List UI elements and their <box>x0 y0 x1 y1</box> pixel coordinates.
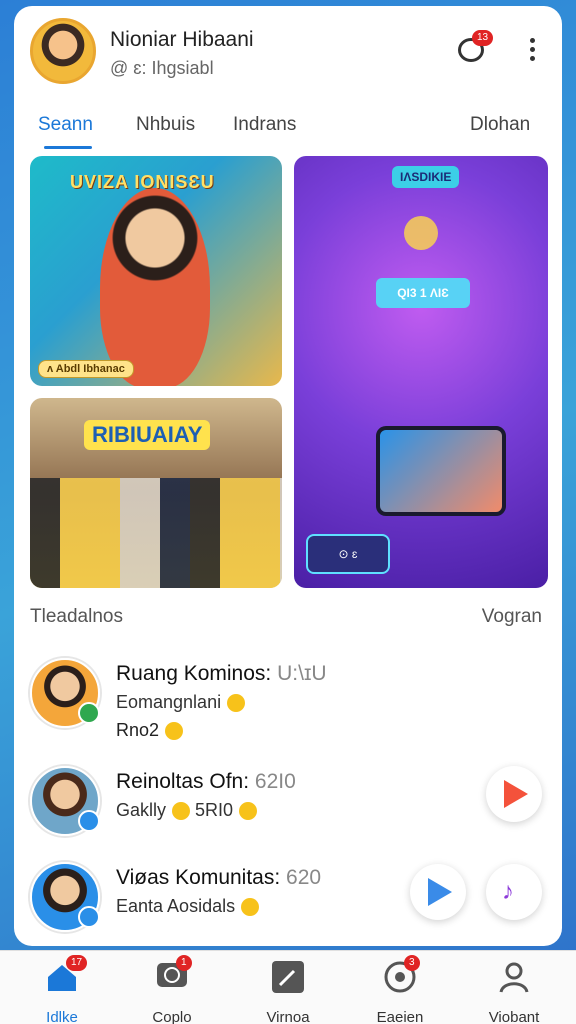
list-item-meta: Rno2 <box>116 720 184 741</box>
media-card-1[interactable]: UVIZA IONISƐU ʌ Abdl Ibhanac <box>30 156 282 386</box>
emoji-icon <box>172 802 191 821</box>
nav-label: Idlke <box>46 1009 78 1024</box>
avatar <box>30 658 100 728</box>
nav-badge: 17 <box>66 955 88 971</box>
list-item-subtitle: Eomangnlani <box>116 692 246 713</box>
nav-profile[interactable]: Viobant <box>464 959 564 1024</box>
tab-indrans[interactable]: Indrans <box>233 114 296 136</box>
profile-avatar[interactable] <box>30 18 96 84</box>
list-item-title: Reinoltas Ofn: 62I0 <box>116 770 296 793</box>
list-item[interactable]: Reinoltas Ofn: 62I0 Gaklly 5RI0 <box>30 766 542 846</box>
active-tab-indicator <box>44 146 92 149</box>
main-card: Nioniar Hibaani @ ɛ: Ihgsiabl 13 Seann N… <box>14 6 562 946</box>
person-image <box>100 188 210 386</box>
nav-home[interactable]: 17 Idlke <box>12 955 112 1024</box>
list-item[interactable]: Ruang Kominos: U:\ɪU Eomangnlani Rno2 <box>30 658 530 741</box>
tab-dlohan[interactable]: Dlohan <box>470 114 530 136</box>
section-link[interactable]: Vogran <box>482 606 542 628</box>
media-card-1-title: UVIZA IONISƐU <box>70 172 215 192</box>
chat-badge: 13 <box>472 30 494 46</box>
nav-label: Coplo <box>152 1009 192 1024</box>
more-options-icon[interactable] <box>522 36 542 66</box>
profile-name: Nioniar Hibaani <box>110 28 254 51</box>
emoji-icon <box>227 694 246 713</box>
status-icon <box>78 702 100 724</box>
status-icon <box>78 906 100 928</box>
chat-button[interactable]: 13 <box>454 30 494 70</box>
avatar <box>30 862 100 932</box>
profile-handle: @ ɛ: Ihgsiabl <box>110 58 214 78</box>
user-icon <box>496 959 532 995</box>
group-photo <box>30 478 282 588</box>
list-item-title: Viøas Komunitas: 620 <box>116 866 322 889</box>
globe-chat-icon: 3 <box>382 955 420 995</box>
nav-compose[interactable]: Virnoa <box>238 959 338 1024</box>
list-item-subtitle: Eanta Aosidals <box>116 896 260 917</box>
play-button[interactable] <box>486 766 542 822</box>
emoji-icon <box>241 898 260 917</box>
list-item-subtitle: Gaklly 5RI0 <box>116 800 258 821</box>
nav-badge: 1 <box>176 955 192 971</box>
home-icon: 17 <box>44 955 88 995</box>
media-card-3-screen: QI3 1 ɅIƐ <box>376 278 470 308</box>
nav-label: Eaeien <box>376 1009 424 1024</box>
media-card-3[interactable]: IɅSDIKIE QI3 1 ɅIƐ ⊙ ɛ <box>294 156 548 588</box>
emoji-icon <box>239 802 258 821</box>
tab-seann[interactable]: Seann <box>38 114 93 136</box>
media-card-2-title: RIBIUAIAY <box>84 420 211 450</box>
list-item-title: Ruang Kominos: U:\ɪU <box>116 662 327 685</box>
emoji-icon <box>165 722 184 741</box>
nav-eaeien[interactable]: 3 Eaeien <box>350 955 450 1024</box>
media-card-2[interactable]: RIBIUAIAY <box>30 398 282 588</box>
light-glow <box>404 216 438 250</box>
music-button[interactable]: ♪ <box>486 864 542 920</box>
nav-label: Virnoa <box>266 1009 310 1024</box>
tab-bar: Seann Nhbuis Indrans Dlohan <box>14 106 562 154</box>
status-icon <box>78 810 100 832</box>
music-note-icon: ♪ <box>502 878 514 905</box>
play-store-button[interactable] <box>410 864 466 920</box>
nav-label: Viobant <box>488 1009 540 1024</box>
bottom-nav: 17 Idlke 1 Coplo Virnoa 3 Eaeien Viobant <box>0 950 576 1024</box>
nav-badge: 3 <box>404 955 420 971</box>
play-store-icon <box>428 878 452 906</box>
avatar <box>30 766 100 836</box>
play-icon <box>504 780 528 808</box>
section-title: Tleadalnos <box>30 606 123 627</box>
list-item[interactable]: Viøas Komunitas: 620 Eanta Aosidals ♪ <box>30 862 542 942</box>
media-card-1-chip: ʌ Abdl Ibhanac <box>38 360 134 378</box>
nav-chat[interactable]: 1 Coplo <box>122 955 222 1024</box>
tablet-illustration <box>376 426 506 516</box>
media-card-3-badge: IɅSDIKIE <box>392 166 460 188</box>
compose-icon <box>270 959 306 995</box>
media-card-3-chip: ⊙ ɛ <box>306 534 390 574</box>
chat-icon: 1 <box>154 955 192 995</box>
tab-nhbuis[interactable]: Nhbuis <box>136 114 195 136</box>
